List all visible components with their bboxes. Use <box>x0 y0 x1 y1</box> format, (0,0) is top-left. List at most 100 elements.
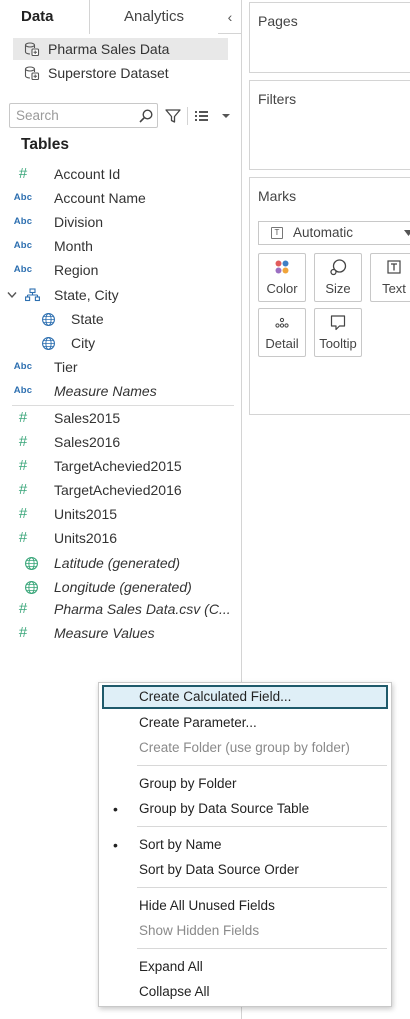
field-measure-values[interactable]: # Measure Values <box>0 621 240 645</box>
size-button[interactable]: Size <box>314 253 362 302</box>
field-search-row <box>9 103 239 129</box>
field-region[interactable]: Abc Region <box>0 258 240 282</box>
text-mark-icon: T <box>271 227 283 239</box>
chevron-down-icon[interactable] <box>7 291 17 299</box>
detail-button[interactable]: Detail <box>258 308 306 357</box>
field-units2015[interactable]: # Units2015 <box>0 502 240 526</box>
tooltip-button-label: Tooltip <box>319 336 357 351</box>
search-input[interactable] <box>16 106 131 125</box>
marks-card: Marks T Automatic Color Size Text Detail… <box>249 177 410 415</box>
text-button[interactable]: Text <box>370 253 410 302</box>
number-type-icon: # <box>18 409 28 426</box>
field-label: State, City <box>54 287 119 303</box>
string-type-icon: Abc <box>13 361 33 372</box>
tooltip-button[interactable]: Tooltip <box>314 308 362 357</box>
filters-shelf[interactable]: Filters <box>249 80 410 170</box>
field-sales2016[interactable]: # Sales2016 <box>0 430 240 454</box>
field-hierarchy-state-city[interactable]: State, City <box>0 283 240 307</box>
globe-icon <box>25 581 38 594</box>
string-type-icon: Abc <box>13 264 33 275</box>
view-options-icon[interactable] <box>193 107 233 125</box>
selected-bullet-icon: • <box>113 801 118 817</box>
datasource-icon <box>24 66 40 81</box>
menu-item-collapse-all[interactable]: Collapse All <box>102 980 388 1004</box>
menu-item-sort-by-name[interactable]: • Sort by Name <box>102 833 388 857</box>
selected-bullet-icon: • <box>113 837 118 853</box>
number-type-icon: # <box>18 529 28 546</box>
field-label: Pharma Sales Data.csv (C... <box>54 601 231 617</box>
menu-item-show-hidden-fields: Show Hidden Fields <box>139 923 260 938</box>
detail-dots-icon <box>275 317 289 328</box>
color-button-label: Color <box>266 281 298 296</box>
hierarchy-icon <box>25 288 40 302</box>
menu-item-group-by-data-source-table[interactable]: • Group by Data Source Table <box>102 797 388 821</box>
filters-shelf-title: Filters <box>258 91 297 107</box>
field-label: Sales2015 <box>54 410 121 426</box>
menu-item-group-by-folder[interactable]: Group by Folder <box>102 772 388 796</box>
number-type-icon: # <box>18 600 28 617</box>
field-label: Tier <box>54 359 78 375</box>
color-button[interactable]: Color <box>258 253 306 302</box>
datasource-pharma-sales-data[interactable]: Pharma Sales Data <box>13 38 228 60</box>
data-pane-context-menu: Create Calculated Field... Create Parame… <box>98 682 392 1007</box>
field-label: TargetAchevied2016 <box>54 482 182 498</box>
field-label: Account Id <box>54 166 121 182</box>
field-label: City <box>71 335 96 351</box>
field-longitude-generated[interactable]: Longitude (generated) <box>0 575 240 599</box>
menu-item-expand-all[interactable]: Expand All <box>102 955 388 979</box>
field-record-count[interactable]: # Pharma Sales Data.csv (C... <box>0 597 240 621</box>
globe-icon <box>25 557 38 570</box>
field-latitude-generated[interactable]: Latitude (generated) <box>0 551 240 575</box>
menu-separator <box>137 887 387 888</box>
field-label: Measure Values <box>54 625 155 641</box>
number-type-icon: # <box>18 481 28 498</box>
mark-type-dropdown[interactable]: T Automatic <box>258 221 410 245</box>
datasource-name: Pharma Sales Data <box>48 41 170 57</box>
field-account-id[interactable]: # Account Id <box>0 162 240 186</box>
size-button-label: Size <box>325 281 351 296</box>
menu-item-sort-by-data-source-order[interactable]: Sort by Data Source Order <box>102 858 388 882</box>
field-tier[interactable]: Abc Tier <box>0 355 240 379</box>
field-label: Month <box>54 238 93 254</box>
datasource-superstore-dataset[interactable]: Superstore Dataset <box>13 62 228 84</box>
globe-icon <box>42 313 55 326</box>
field-sales2015[interactable]: # Sales2015 <box>0 406 240 430</box>
field-label: Units2015 <box>54 506 118 522</box>
menu-item-create-parameter[interactable]: Create Parameter... <box>102 711 388 735</box>
datasource-icon <box>24 42 40 57</box>
text-button-label: Text <box>382 281 406 296</box>
search-box <box>9 103 158 128</box>
menu-separator <box>137 765 387 766</box>
pane-tabs: Data Analytics ‹ <box>0 0 242 34</box>
field-measure-names[interactable]: Abc Measure Names <box>0 379 240 403</box>
field-targetachevied2016[interactable]: # TargetAchevied2016 <box>0 478 240 502</box>
field-label: Units2016 <box>54 530 118 546</box>
collapse-pane-icon[interactable]: ‹ <box>220 0 240 34</box>
field-division[interactable]: Abc Division <box>0 210 240 234</box>
menu-item-hide-all-unused-fields[interactable]: Hide All Unused Fields <box>102 894 388 918</box>
field-city[interactable]: City <box>0 331 240 355</box>
number-type-icon: # <box>18 165 28 182</box>
mark-type-value: Automatic <box>293 225 354 240</box>
field-label: Measure Names <box>54 383 157 399</box>
tables-heading: Tables <box>21 136 69 153</box>
tab-data[interactable]: Data <box>0 0 90 34</box>
globe-icon <box>42 337 55 350</box>
field-state[interactable]: State <box>0 307 240 331</box>
field-month[interactable]: Abc Month <box>0 234 240 258</box>
field-label: State <box>71 311 104 327</box>
field-label: Latitude (generated) <box>54 555 181 571</box>
menu-item-create-calculated-field[interactable]: Create Calculated Field... <box>102 685 388 709</box>
field-label: Longitude (generated) <box>54 579 192 595</box>
field-targetachevied2015[interactable]: # TargetAchevied2015 <box>0 454 240 478</box>
pages-shelf[interactable]: Pages <box>249 2 410 73</box>
field-account-name[interactable]: Abc Account Name <box>0 186 240 210</box>
tab-analytics[interactable]: Analytics <box>90 0 218 34</box>
text-icon <box>387 260 401 274</box>
field-units2016[interactable]: # Units2016 <box>0 526 240 550</box>
menu-item-label: Group by Data Source Table <box>139 801 310 816</box>
number-type-icon: # <box>18 457 28 474</box>
filter-icon[interactable] <box>163 106 183 126</box>
menu-item-create-folder: Create Folder (use group by folder) <box>139 740 350 755</box>
search-icon[interactable] <box>138 108 154 124</box>
